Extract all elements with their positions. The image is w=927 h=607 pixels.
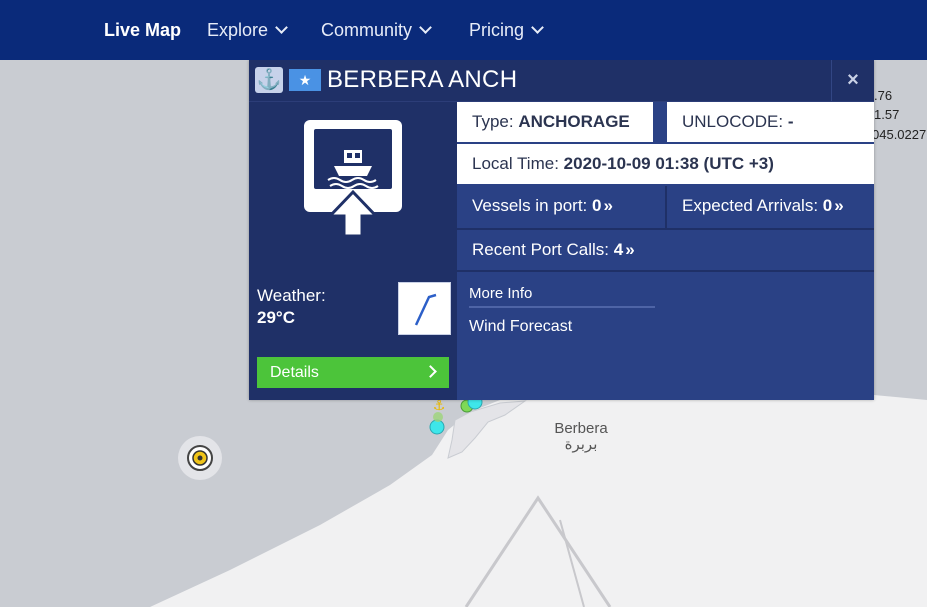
local-time-value: 2020-10-09 01:38 (UTC +3) xyxy=(563,154,774,173)
expected-arrivals-link[interactable]: Expected Arrivals: 0» xyxy=(667,186,874,228)
nav-community[interactable]: Community xyxy=(321,0,432,60)
double-chevron-icon: » xyxy=(625,240,635,259)
coordinate-text-1: .76 xyxy=(874,88,893,103)
local-time-field: Local Time: 2020-10-09 01:38 (UTC +3) xyxy=(457,144,874,184)
port-vessel-icon xyxy=(304,120,402,238)
more-info-underline xyxy=(469,306,655,308)
nav-pricing-label: Pricing xyxy=(469,20,525,40)
chevron-down-icon xyxy=(419,21,432,34)
double-chevron-icon: » xyxy=(834,196,844,215)
local-time-label: Local Time: xyxy=(472,154,559,173)
city-name: Berbera xyxy=(554,420,608,437)
city-name-arabic: بربرة xyxy=(564,436,598,453)
type-value: ANCHORAGE xyxy=(518,112,630,131)
nav-explore-label: Explore xyxy=(207,20,269,40)
recent-calls-label: Recent Port Calls: xyxy=(472,240,609,259)
nav-community-label: Community xyxy=(321,20,413,40)
recent-port-calls-link[interactable]: Recent Port Calls: 4» xyxy=(457,230,874,270)
recent-calls-value: 4 xyxy=(613,240,624,259)
weather-temperature: 29°C xyxy=(257,308,295,327)
vessel-marker-icon xyxy=(433,412,443,422)
popup-right-pane: Type: ANCHORAGE UNLOCODE: - Local Time: … xyxy=(457,102,874,400)
details-button-label: Details xyxy=(270,364,319,381)
more-info-heading: More Info xyxy=(469,285,533,302)
double-chevron-icon: » xyxy=(603,196,613,215)
popup-left-pane: Weather: 29°C Details xyxy=(249,102,457,400)
type-label: Type: xyxy=(472,112,514,131)
unlocode-value: - xyxy=(787,112,794,131)
unlocode-field: UNLOCODE: - xyxy=(667,102,874,142)
lighthouse-marker-icon xyxy=(178,436,222,480)
wind-direction-box[interactable] xyxy=(398,282,451,335)
nav-live-map[interactable]: Live Map xyxy=(104,0,181,60)
vessels-label: Vessels in port: xyxy=(472,196,588,215)
wind-direction-icon xyxy=(414,293,437,326)
chevron-down-icon xyxy=(531,21,544,34)
chevron-down-icon xyxy=(275,21,288,34)
somalia-flag-icon: ★ xyxy=(289,69,321,91)
row-divider xyxy=(457,270,874,272)
type-field: Type: ANCHORAGE xyxy=(457,102,653,142)
top-navigation: Live Map Explore Community Pricing xyxy=(0,0,927,60)
close-icon: × xyxy=(847,69,859,91)
port-name: BERBERA ANCH xyxy=(327,66,518,93)
chevron-right-icon xyxy=(424,365,437,378)
vessels-in-port-link[interactable]: Vessels in port: 0» xyxy=(457,186,665,228)
svg-text:⚓: ⚓ xyxy=(433,398,446,414)
close-button[interactable]: × xyxy=(831,60,874,101)
vessels-value: 0 xyxy=(592,196,602,215)
port-popup: ⚓ ★ BERBERA ANCH × Weather: 29°C Details xyxy=(249,60,874,400)
city-label: Berbera بربرة xyxy=(550,421,612,453)
vessel-marker-icon xyxy=(429,419,445,435)
arrivals-label: Expected Arrivals: xyxy=(682,196,819,215)
unlocode-label: UNLOCODE: xyxy=(682,112,784,131)
coordinate-text-3: 045.0227 xyxy=(872,127,927,142)
nav-explore[interactable]: Explore xyxy=(207,0,288,60)
anchorage-marker-icon: ⚓ xyxy=(433,398,446,414)
coordinate-text-2: 1.57 xyxy=(874,107,900,122)
details-button[interactable]: Details xyxy=(257,357,449,388)
popup-header: ⚓ ★ BERBERA ANCH × xyxy=(249,60,874,102)
wind-forecast-link[interactable]: Wind Forecast xyxy=(469,318,572,336)
arrivals-value: 0 xyxy=(822,196,833,215)
anchor-icon: ⚓ xyxy=(255,67,283,93)
nav-pricing[interactable]: Pricing xyxy=(469,0,544,60)
weather-label: Weather: xyxy=(257,286,326,305)
